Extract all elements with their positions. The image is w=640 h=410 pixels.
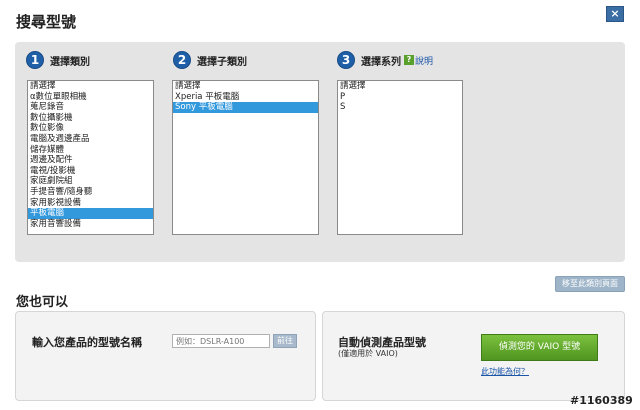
detect-vaio-button[interactable]: 偵測您的 VAIO 型號 [481,334,598,361]
list-option[interactable]: P [338,92,462,103]
dialog-title: 搜尋型號 [16,13,77,31]
model-search-box [15,311,316,401]
step-3-label: 選擇系列 [361,56,401,68]
help-link[interactable]: 說明 [415,54,433,67]
list-option[interactable]: 電視/投影機 [28,166,153,177]
list-option[interactable]: α數位單眼相機 [28,92,153,103]
watermark-text: #1160389 [570,394,633,407]
step-2-number: 2 [173,51,191,69]
step-3-header: 3 選擇系列 ? 說明 [337,51,433,69]
help-icon: ? [404,55,414,65]
step-3-number: 3 [337,51,355,69]
list-option[interactable]: S [338,102,462,113]
list-option[interactable]: Xperia 平板電腦 [173,92,318,103]
subcategory-listbox[interactable]: 請選擇 Xperia 平板電腦 Sony 平板電腦 [172,80,319,235]
step-1-number: 1 [26,51,44,69]
list-option[interactable]: Sony 平板電腦 [173,102,318,113]
list-option[interactable]: 週邊及配件 [28,155,153,166]
list-option[interactable]: 家用音響設備 [28,219,153,230]
list-option[interactable]: 電腦及週邊產品 [28,134,153,145]
model-input-label: 輸入您產品的型號名稱 [32,336,142,349]
close-button[interactable]: × [606,6,624,22]
detect-sublabel: (僅適用於 VAIO) [338,349,398,358]
also-section-title: 您也可以 [16,295,69,310]
model-input[interactable] [172,334,270,348]
series-listbox[interactable]: 請選擇 P S [337,80,463,235]
list-option[interactable]: 手提音響/隨身聽 [28,187,153,198]
go-button[interactable]: 前往 [273,334,297,348]
category-listbox[interactable]: 請選擇 α數位單眼相機 蒐尼錄音 數位攝影機 數位影像 電腦及週邊產品 儲存媒體 週邊及配件電… [27,80,154,235]
step-1-label: 選擇類別 [50,56,90,68]
list-option[interactable]: 請選擇 [173,81,318,92]
list-option[interactable]: 儲存媒體 [28,145,153,156]
list-option[interactable]: 請選擇 [338,81,462,92]
list-option[interactable]: 蒐尼錄音 [28,102,153,113]
list-option[interactable]: 數位攝影機 [28,113,153,124]
what-is-this-link[interactable]: 此功能為何？ [481,366,529,377]
list-option[interactable]: 平板電腦 [28,208,153,219]
list-option[interactable]: 家庭劇院組 [28,176,153,187]
list-option[interactable]: 家用影視設備 [28,198,153,209]
step-2-label: 選擇子類別 [197,56,247,68]
step-1-header: 1 選擇類別 [26,51,90,69]
go-to-category-page-button[interactable]: 移至此類別頁面 [555,276,625,292]
list-option[interactable]: 請選擇 [28,81,153,92]
list-option[interactable]: 數位影像 [28,123,153,134]
step-2-header: 2 選擇子類別 [173,51,247,69]
